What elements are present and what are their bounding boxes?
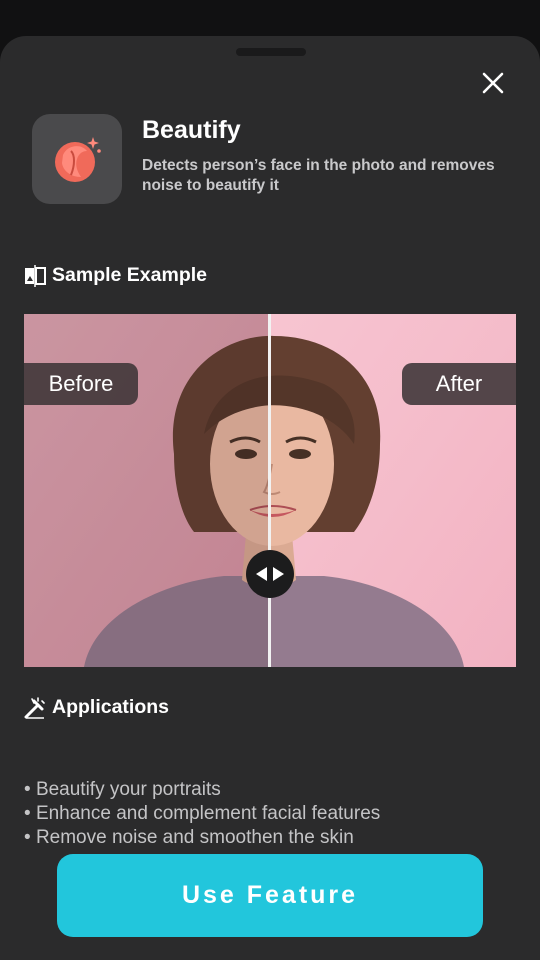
list-item: Enhance and complement facial features — [24, 802, 380, 826]
list-item: Remove noise and smoothen the skin — [24, 826, 380, 850]
compare-icon — [24, 264, 46, 287]
feature-title: Beautify — [142, 116, 241, 144]
applications-heading: Applications — [24, 696, 169, 719]
list-item: Beautify your portraits — [24, 778, 380, 802]
sample-example-label: Sample Example — [52, 264, 207, 286]
comparison-slider-handle[interactable] — [246, 550, 294, 598]
close-icon — [482, 72, 504, 94]
applications-list: Beautify your portraits Enhance and comp… — [24, 778, 380, 850]
drag-handle[interactable] — [236, 48, 306, 56]
comparison-divider — [268, 314, 271, 667]
left-right-arrows-icon — [256, 567, 284, 581]
feature-bottom-sheet: Beautify Detects person’s face in the ph… — [0, 36, 540, 960]
magic-wand-icon — [24, 696, 46, 719]
sample-example-heading: Sample Example — [24, 264, 207, 287]
use-feature-button[interactable]: Use Feature — [57, 854, 483, 937]
feature-icon-tile — [32, 114, 122, 204]
before-after-comparison[interactable]: Before After — [24, 314, 516, 667]
close-button[interactable] — [474, 64, 512, 102]
after-label: After — [402, 363, 516, 405]
applications-label: Applications — [52, 696, 170, 718]
feature-description: Detects person’s face in the photo and r… — [142, 157, 495, 194]
face-sparkle-icon — [55, 137, 101, 182]
before-label: Before — [24, 363, 138, 405]
